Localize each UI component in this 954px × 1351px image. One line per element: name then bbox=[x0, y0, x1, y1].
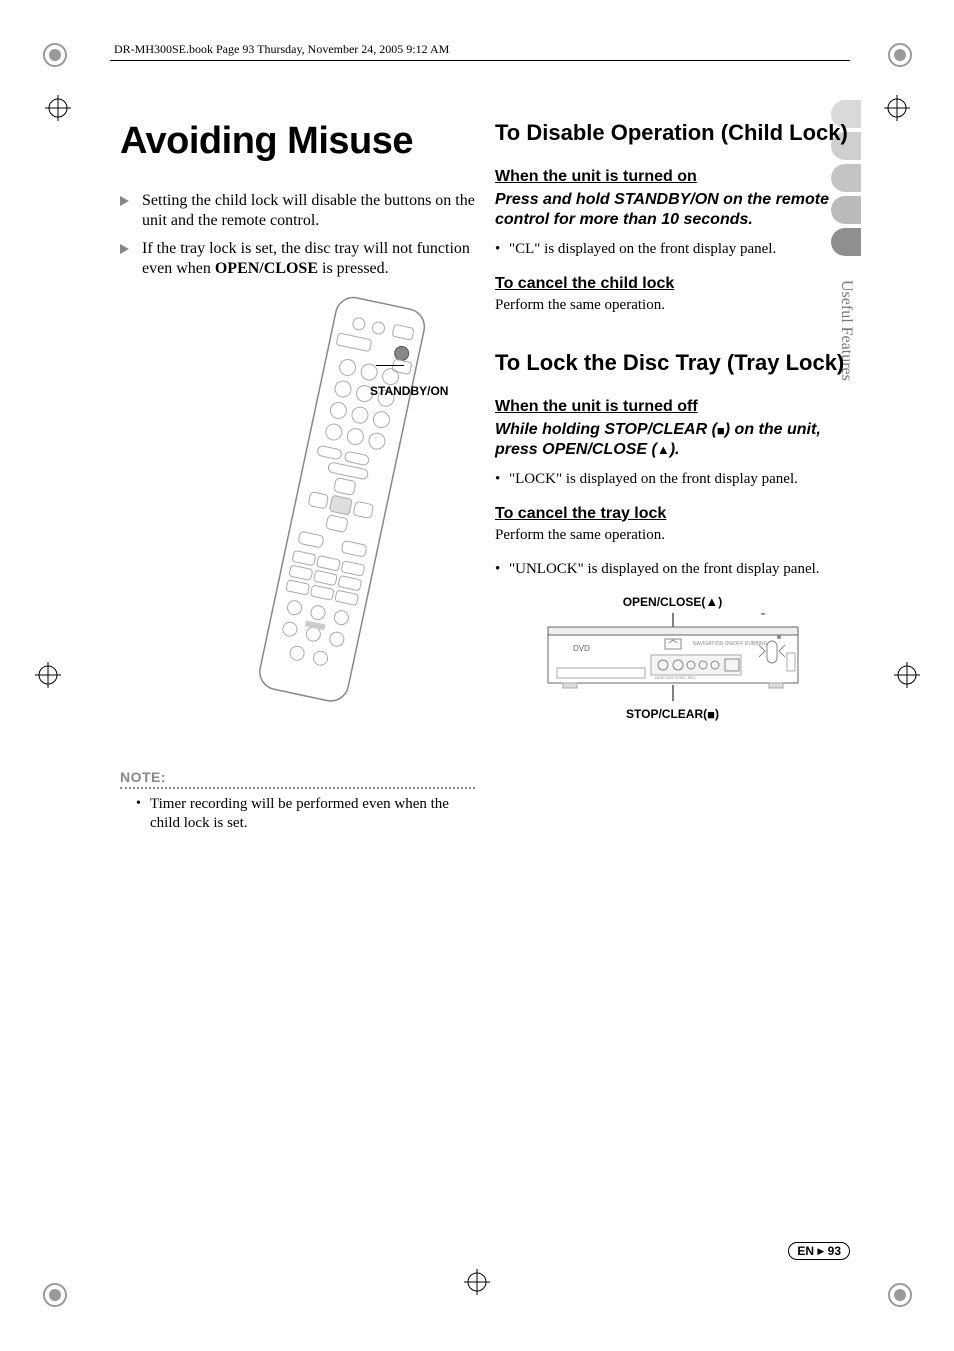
body-bullet: "CL" is displayed on the front display p… bbox=[495, 240, 850, 259]
subheading: When the unit is turned off bbox=[495, 398, 850, 416]
reg-mark-icon bbox=[40, 40, 70, 70]
note-item: Timer recording will be performed even w… bbox=[136, 795, 475, 833]
remote-illustration: STANDBY/ON bbox=[120, 289, 475, 749]
crop-mark-icon bbox=[35, 662, 61, 688]
crop-mark-icon bbox=[464, 1269, 490, 1295]
dvd-unit-icon: DVD NAVIGATION ON/OFF DUBBING HDD bbox=[543, 613, 803, 703]
unit-callout-bottom: STOP/CLEAR(■) bbox=[495, 707, 850, 722]
intro-list: Setting the child lock will disable the … bbox=[120, 191, 475, 279]
page-title: Avoiding Misuse bbox=[120, 120, 475, 163]
stop-icon: ■ bbox=[717, 423, 725, 438]
eject-icon: ▲ bbox=[705, 594, 718, 609]
svg-text:DVD: DVD bbox=[573, 644, 590, 653]
header-crop-text: DR-MH300SE.book Page 93 Thursday, Novemb… bbox=[114, 42, 449, 57]
svg-text:HDD DVD S.REC REC: HDD DVD S.REC REC bbox=[655, 675, 696, 680]
instruction-text: While holding STOP/CLEAR (■) on the unit… bbox=[495, 420, 850, 460]
body-bullet: "LOCK" is displayed on the front display… bbox=[495, 470, 850, 489]
remote-icon bbox=[240, 289, 440, 729]
stop-icon: ■ bbox=[707, 707, 715, 722]
svg-text:NAVIGATION ON/OFF DUBBING: NAVIGATION ON/OFF DUBBING bbox=[693, 641, 768, 647]
crop-mark-icon bbox=[894, 662, 920, 688]
page-number: EN ▶ 93 bbox=[788, 1242, 850, 1260]
unit-illustration: OPEN/CLOSE(▲) DVD NAVIGATION ON/OFF DUBB… bbox=[495, 594, 850, 754]
subheading: To cancel the tray lock bbox=[495, 505, 850, 523]
section-heading: To Disable Operation (Child Lock) bbox=[495, 120, 850, 146]
body-bullet: "UNLOCK" is displayed on the front displ… bbox=[495, 560, 850, 579]
crop-mark-icon bbox=[45, 95, 71, 121]
header-rule bbox=[110, 60, 850, 61]
intro-bullet: If the tray lock is set, the disc tray w… bbox=[120, 239, 475, 279]
crop-mark-icon bbox=[884, 95, 910, 121]
section-heading: To Lock the Disc Tray (Tray Lock) bbox=[495, 350, 850, 376]
unit-callout-top: OPEN/CLOSE(▲) bbox=[495, 594, 850, 609]
body-text: Perform the same operation. bbox=[495, 297, 850, 314]
remote-callout-label: STANDBY/ON bbox=[370, 384, 448, 398]
instruction-text: Press and hold STANDBY/ON on the remote … bbox=[495, 190, 850, 230]
reg-mark-icon bbox=[885, 40, 915, 70]
note-label: NOTE: bbox=[120, 769, 475, 785]
intro-bullet: Setting the child lock will disable the … bbox=[120, 191, 475, 231]
body-text: Perform the same operation. bbox=[495, 527, 850, 544]
eject-icon: ▲ bbox=[657, 442, 670, 457]
triangle-icon: ▶ bbox=[817, 1246, 824, 1256]
note-divider bbox=[120, 787, 475, 789]
reg-mark-icon bbox=[885, 1280, 915, 1310]
reg-mark-icon bbox=[40, 1280, 70, 1310]
subheading: When the unit is turned on bbox=[495, 168, 850, 186]
subheading: To cancel the child lock bbox=[495, 275, 850, 293]
